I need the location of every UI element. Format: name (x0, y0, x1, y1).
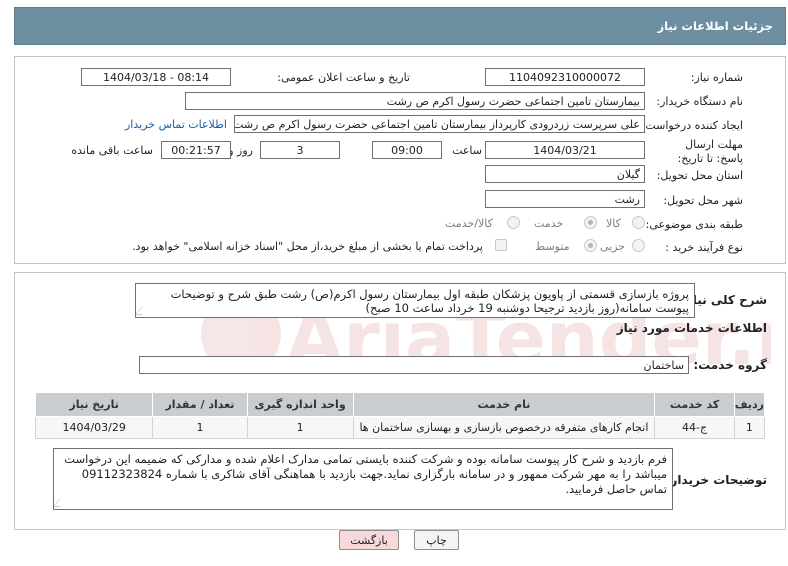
resize-handle-icon[interactable] (54, 499, 68, 507)
col-header-service-code: کد خدمت (654, 392, 735, 417)
cell-unit: 1 (246, 416, 354, 439)
back-button[interactable]: بازگشت (339, 530, 399, 550)
deadline-time-field: 09:00 (372, 141, 442, 159)
need-number-label: شماره نیاز: (690, 71, 743, 84)
city-field: رشت (485, 190, 645, 208)
col-header-quantity: تعداد / مقدار (152, 392, 248, 417)
days-label: روز و (228, 144, 253, 157)
process-option-medium: متوسط (535, 240, 570, 253)
category-label: طبقه بندی موضوعی: (645, 218, 743, 231)
process-label: نوع فرآیند خرید : (665, 241, 743, 254)
col-header-need-date: تاریخ نیاز (34, 392, 154, 417)
province-label: استان محل تحویل: (656, 169, 743, 182)
services-table: ردیف کد خدمت نام خدمت واحد اندازه گیری ت… (34, 392, 766, 439)
treasury-payment-note: پرداخت تمام یا بخشی از مبلغ خرید،از محل … (132, 240, 483, 253)
cell-service-code: ج-44 (654, 416, 735, 439)
buyer-notes-box: فرم بازدید و شرح کار پیوست سامانه بوده و… (53, 448, 673, 510)
table-header-row: ردیف کد خدمت نام خدمت واحد اندازه گیری ت… (34, 392, 766, 417)
process-option-minor: جزیی (600, 240, 626, 253)
col-header-row-number: ردیف (733, 392, 766, 417)
buyer-notes-text: فرم بازدید و شرح کار پیوست سامانه بوده و… (64, 452, 667, 496)
treasury-payment-checkbox[interactable] (495, 239, 507, 251)
buyer-org-label: نام دستگاه خریدار: (656, 95, 743, 108)
col-header-unit: واحد اندازه گیری (246, 392, 354, 417)
category-option-goods: کالا (606, 217, 621, 230)
buyer-contact-link[interactable]: اطلاعات تماس خریدار (125, 118, 227, 131)
col-header-service-name: نام خدمت (352, 392, 656, 417)
deadline-date-field: 1404/03/21 (485, 141, 645, 159)
process-radio-medium[interactable] (584, 239, 597, 252)
general-desc-box: پروژه بازسازی قسمتی از پاویون پزشکان طبق… (135, 283, 695, 318)
remaining-time-field: 00:21:57 (161, 141, 231, 159)
category-option-service: خدمت (534, 217, 564, 230)
buyer-org-field: بیمارستان تامین اجتماعی حضرت رسول اکرم ص… (185, 92, 645, 110)
resize-handle-icon[interactable] (136, 307, 150, 315)
service-group-label: گروه خدمت: (693, 358, 767, 372)
table-row: 1 ج-44 انجام کارهای متفرقه درخصوص بازساز… (34, 416, 766, 439)
services-panel: AriaTender.neT شرح کلی نیاز: پروژه بازسا… (14, 272, 786, 530)
print-button[interactable]: چاپ (414, 530, 459, 550)
need-number-field: 1104092310000072 (485, 68, 645, 86)
category-option-goods-service: کالا/خدمت (445, 217, 493, 230)
category-radio-goods[interactable] (632, 216, 645, 229)
need-details-panel: شماره نیاز: 1104092310000072 تاریخ و ساع… (14, 56, 786, 264)
services-title: اطلاعات خدمات مورد نیاز (616, 321, 767, 335)
city-label: شهر محل تحویل: (663, 194, 743, 207)
creator-field: علی سرپرست زردرودی کارپرداز بیمارستان تا… (234, 115, 645, 133)
buyer-notes-label: توضیحات خریدار: (665, 473, 767, 487)
province-field: گیلان (485, 165, 645, 183)
cell-row-number: 1 (733, 416, 766, 439)
service-group-field: ساختمان (139, 356, 689, 374)
cell-service-name: انجام کارهای متفرقه درخصوص بازسازی و بهس… (352, 416, 656, 439)
category-radio-goods-service[interactable] (507, 216, 520, 229)
cell-need-date: 1404/03/29 (34, 416, 154, 439)
remaining-label: ساعت باقی مانده (71, 144, 153, 157)
page-title: جزئیات اطلاعات نیاز (14, 7, 786, 45)
cell-quantity: 1 (152, 416, 248, 439)
deadline-label: مهلت ارسال پاسخ: تا تاریخ: (677, 138, 743, 165)
announce-label: تاریخ و ساعت اعلان عمومی: (277, 71, 410, 84)
deadline-time-label: ساعت (452, 144, 482, 157)
category-radio-service[interactable] (584, 216, 597, 229)
general-desc-text: پروژه بازسازی قسمتی از پاویون پزشکان طبق… (170, 287, 689, 315)
days-remaining-field: 3 (260, 141, 340, 159)
announce-datetime-field: 1404/03/18 - 08:14 (81, 68, 231, 86)
process-radio-minor[interactable] (632, 239, 645, 252)
creator-label: ایجاد کننده درخواست: (641, 119, 743, 132)
